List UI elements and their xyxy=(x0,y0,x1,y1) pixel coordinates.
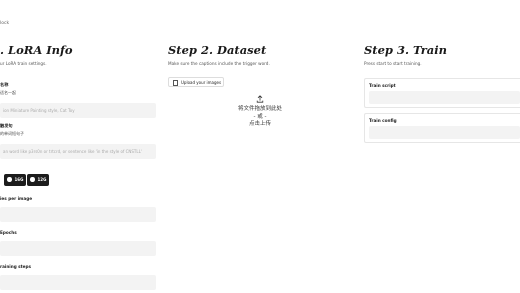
drop-zone-line3: 点击上传 xyxy=(248,121,271,127)
train-title: Step 3. Train xyxy=(364,43,447,57)
repeats-group: ies per image xyxy=(0,196,156,222)
file-icon xyxy=(173,79,178,86)
dataset-description: Make sure the captions include the trigg… xyxy=(168,61,270,66)
radio-dot-icon xyxy=(7,177,12,182)
vram-12g-label: 12G xyxy=(37,177,47,182)
steps-group: raining steps xyxy=(0,264,156,290)
epochs-label: Epochs xyxy=(0,230,17,235)
trigger-sublabel: 的单词短句子 xyxy=(0,131,24,136)
radio-dot-icon xyxy=(30,177,35,182)
repeats-label: ies per image xyxy=(0,196,33,201)
lora-name-group: 名称 适名一起 ion Miniature Painting style, Ca… xyxy=(0,82,156,118)
train-script-textarea[interactable] xyxy=(369,91,520,104)
trigger-group: 触发句 的单词短句子 an word like p3rs0n or trtcrd… xyxy=(0,123,156,159)
dataset-title: Step 2. Dataset xyxy=(168,43,267,57)
epochs-group: Epochs xyxy=(0,230,156,256)
train-config-box: Train config xyxy=(364,113,520,143)
upload-images-label: Upload your images xyxy=(181,80,222,85)
breadcrumb: lock xyxy=(0,21,10,26)
lora-name-input[interactable]: ion Miniature Painting style, Cat Toy xyxy=(0,103,156,118)
trigger-input[interactable]: an word like p3rs0n or trtcrd, or senten… xyxy=(0,144,156,159)
lora-info-description: ur LoRA train settings. xyxy=(0,61,47,66)
lora-info-panel: . LoRA Info ur LoRA train settings. xyxy=(0,44,156,66)
lora-name-sublabel: 适名一起 xyxy=(0,90,16,95)
steps-input[interactable] xyxy=(0,275,156,290)
drop-zone-line1: 将文件拖放到此处 xyxy=(237,106,282,112)
train-description: Press start to start training. xyxy=(364,61,422,66)
steps-label: raining steps xyxy=(0,264,32,269)
train-panel: Step 3. Train Press start to start train… xyxy=(364,44,520,66)
trigger-label: 触发句 xyxy=(0,123,13,128)
vram-16g-label: 16G xyxy=(14,177,24,182)
vram-12g-radio[interactable]: 12G xyxy=(27,174,50,186)
train-script-box: Train script xyxy=(364,78,520,108)
lora-name-label: 名称 xyxy=(0,82,9,87)
image-drop-zone[interactable]: 将文件拖放到此处 - 或 - 点击上传 xyxy=(205,95,315,129)
train-config-textarea[interactable] xyxy=(369,126,520,139)
vram-16g-radio[interactable]: 16G xyxy=(4,174,27,186)
lora-info-title: . LoRA Info xyxy=(0,43,73,57)
dataset-panel: Step 2. Dataset Make sure the captions i… xyxy=(168,44,348,66)
upload-images-button[interactable]: Upload your images xyxy=(168,77,224,87)
upload-icon xyxy=(256,95,264,103)
train-config-label: Train config xyxy=(369,118,397,123)
repeats-input[interactable] xyxy=(0,207,156,222)
epochs-input[interactable] xyxy=(0,241,156,256)
train-script-label: Train script xyxy=(369,83,396,88)
drop-zone-line2: - 或 - xyxy=(253,113,267,120)
